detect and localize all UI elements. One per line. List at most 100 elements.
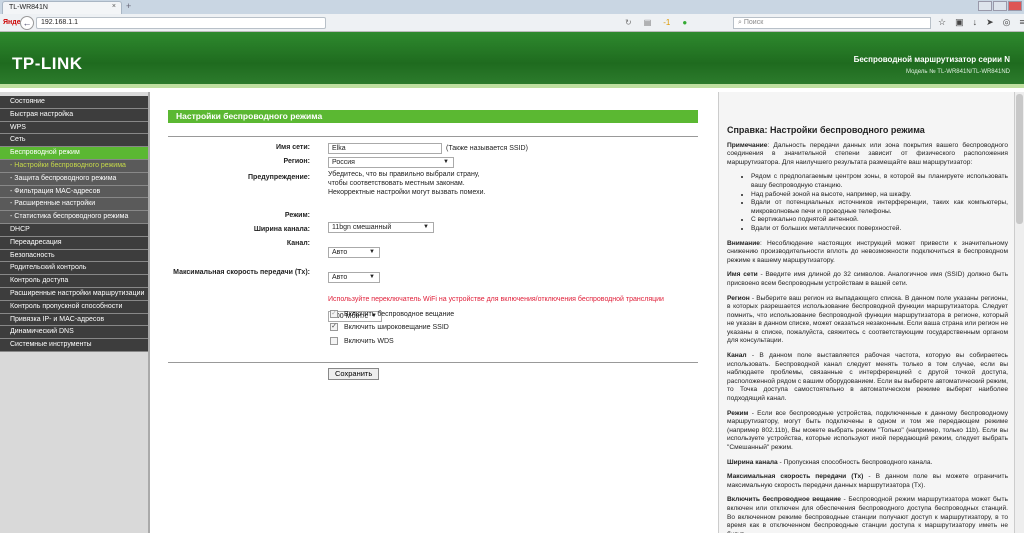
sidebar-item[interactable]: Системные инструменты xyxy=(0,339,148,352)
page-icon[interactable]: ▤ xyxy=(644,18,652,27)
sidebar-item[interactable]: Быстрая настройка xyxy=(0,108,148,122)
help-term: Включить беспроводное вещание xyxy=(727,496,841,504)
help-term: Максимальная скорость передачи (Tx) xyxy=(727,473,864,481)
maximize-button[interactable] xyxy=(993,1,1007,11)
help-term: Примечание xyxy=(727,141,768,149)
help-term: Регион xyxy=(727,294,750,302)
section-title: Настройки беспроводного режима xyxy=(168,110,698,123)
channel-width-select[interactable]: Авто ▼ xyxy=(328,247,380,258)
channel-value: Авто xyxy=(332,274,348,281)
sidebar-item[interactable]: Динамический DNS xyxy=(0,326,148,340)
sidebar-menu: Состояние Быстрая настройка WPS Сеть Беспров… xyxy=(0,96,148,352)
sidebar-item[interactable]: Расширенные настройки маршрутизации xyxy=(0,287,148,301)
help-bullet: Вдали от больших металлических поверхнос… xyxy=(751,225,1008,234)
warning-line: Некорректные настройки могут вызвать пом… xyxy=(328,189,486,196)
router-title: Беспроводной маршрутизатор серии N xyxy=(853,55,1010,64)
channel-width-value: Авто xyxy=(332,249,348,256)
warning-line: Убедитесь, что вы правильно выбрали стра… xyxy=(328,171,480,178)
help-paragraph: Имя сети - Введите имя длиной до 32 симв… xyxy=(727,271,1008,288)
region-value: Россия xyxy=(332,159,355,166)
sidebar-item[interactable]: Привязка IP- и MAC-адресов xyxy=(0,313,148,327)
chevron-down-icon: ▼ xyxy=(423,224,429,230)
help-paragraph: Режим - Если все беспроводные устройства… xyxy=(727,410,1008,453)
warning-text: Убедитесь, что вы правильно выбрали стра… xyxy=(328,170,485,197)
window-controls xyxy=(978,1,1022,11)
scrollbar-thumb[interactable] xyxy=(1016,94,1023,224)
download-icon[interactable]: ↓ xyxy=(973,17,978,28)
sidebar-item[interactable]: WPS xyxy=(0,121,148,135)
close-window-button[interactable] xyxy=(1008,1,1022,11)
tp-link-logo: TP-LINK xyxy=(12,54,83,73)
sidebar-item[interactable]: - Настройки беспроводного режима xyxy=(0,159,148,173)
back-arrow-icon[interactable]: ← xyxy=(20,16,34,30)
search-placeholder: Поиск xyxy=(743,19,764,26)
router-model: Модель № TL-WR841N/TL-WR841ND xyxy=(906,69,1010,75)
mode-value: 11bgn смешанный xyxy=(332,224,392,231)
menu-icon[interactable]: ≡ xyxy=(1020,17,1024,28)
sidebar-item[interactable]: - Расширенные настройки xyxy=(0,198,148,212)
region-select[interactable]: Россия ▼ xyxy=(328,157,454,168)
help-bullet: Рядом с предполагаемым центром зоны, в к… xyxy=(751,173,1008,190)
browser-tab[interactable]: TL-WR841N × xyxy=(2,1,122,14)
checkbox-checked-icon: ✓ xyxy=(330,310,338,318)
help-bullet: С вертикально поднятой антенной. xyxy=(751,216,1008,225)
sync-icon[interactable]: ◎ xyxy=(1003,17,1011,28)
sidebar-item[interactable]: DHCP xyxy=(0,223,148,237)
chevron-down-icon: ▼ xyxy=(443,159,449,165)
help-scrollbar[interactable] xyxy=(1014,92,1024,533)
sidebar-item[interactable]: - Фильтрация MAC-адресов xyxy=(0,185,148,199)
channel-width-label: Ширина канала: xyxy=(253,226,310,233)
bookmark-star-icon[interactable]: ☆ xyxy=(938,17,946,28)
minimize-button[interactable] xyxy=(978,1,992,11)
help-bullets: Рядом с предполагаемым центром зоны, в к… xyxy=(751,173,1008,233)
search-input[interactable]: ⌕ Поиск xyxy=(733,17,931,29)
sidebar-item[interactable]: - Защита беспроводного режима xyxy=(0,172,148,186)
reload-icon[interactable]: ↻ xyxy=(625,18,632,27)
help-bullet: Вдали от потенциальных источников интерф… xyxy=(751,199,1008,216)
new-tab-icon[interactable]: + xyxy=(126,1,131,11)
ssid-label: Имя сети: xyxy=(276,144,310,151)
help-paragraph: Внимание: Несоблюдение настоящих инструк… xyxy=(727,240,1008,266)
ssid-input[interactable]: Elka xyxy=(328,143,442,154)
close-tab-icon[interactable]: × xyxy=(112,3,116,10)
browser-toolbar: Яндекс ← 192.168.1.1 ↻ ▤ -1 ● ⌕ Поиск ☆ ▣ ↓ ➤ ◎… xyxy=(0,14,1024,32)
sidebar-item[interactable]: Контроль пропускной способности xyxy=(0,300,148,314)
sidebar-item[interactable]: Беспроводной режим xyxy=(0,147,148,160)
save-button[interactable]: Сохранить xyxy=(328,368,380,380)
sidebar-item[interactable]: Состояние xyxy=(0,96,148,109)
enable-ssid-broadcast-checkbox[interactable]: ✓ Включить широковещание SSID xyxy=(330,323,449,331)
addon-icon[interactable]: ● xyxy=(682,18,687,27)
notification-icon[interactable]: -1 xyxy=(663,18,670,27)
help-term: Имя сети xyxy=(727,271,758,279)
help-text: - Введите имя длиной до 32 символов. Ана… xyxy=(727,271,1009,287)
sidebar-item[interactable]: Контроль доступа xyxy=(0,275,148,288)
address-bar[interactable]: 192.168.1.1 xyxy=(36,17,326,29)
checkbox-label: Включить WDS xyxy=(344,337,394,345)
checkbox-checked-icon: ✓ xyxy=(330,323,338,331)
sidebar-item[interactable]: Безопасность xyxy=(0,249,148,263)
help-bullet: Над рабочей зоной на высоте, например, н… xyxy=(751,191,1008,200)
ssid-hint: (Также называется SSID) xyxy=(446,145,528,152)
sidebar-item[interactable]: Сеть xyxy=(0,134,148,148)
bookmarks-icon[interactable]: ▣ xyxy=(955,17,964,28)
divider xyxy=(168,362,698,363)
help-title: Справка: Настройки беспроводного режима xyxy=(727,125,925,135)
channel-select[interactable]: Авто ▼ xyxy=(328,272,380,283)
help-paragraph: Канал - В данном поле выставляется рабоч… xyxy=(727,352,1008,404)
region-label: Регион: xyxy=(283,158,310,165)
help-panel: Справка: Настройки беспроводного режима … xyxy=(718,92,1014,533)
tab-title: TL-WR841N xyxy=(9,4,48,11)
enable-wireless-checkbox[interactable]: ✓ Включить беспроводное вещание xyxy=(330,310,454,318)
channel-label: Канал: xyxy=(286,240,310,247)
chevron-down-icon: ▼ xyxy=(369,249,375,255)
sidebar-item[interactable]: - Статистика беспроводного режима xyxy=(0,211,148,224)
tx-rate-label: Максимальная скорость передачи (Tx): xyxy=(173,269,310,276)
send-icon[interactable]: ➤ xyxy=(986,17,994,28)
enable-wds-checkbox[interactable]: Включить WDS xyxy=(330,337,394,345)
chevron-down-icon: ▼ xyxy=(369,274,375,280)
sidebar-item[interactable]: Родительский контроль xyxy=(0,262,148,276)
mode-select[interactable]: 11bgn смешанный ▼ xyxy=(328,222,434,233)
checkbox-label: Включить беспроводное вещание xyxy=(344,310,455,318)
sidebar-item[interactable]: Переадресация xyxy=(0,236,148,250)
router-header: TP-LINK Беспроводной маршрутизатор серии… xyxy=(0,32,1024,88)
